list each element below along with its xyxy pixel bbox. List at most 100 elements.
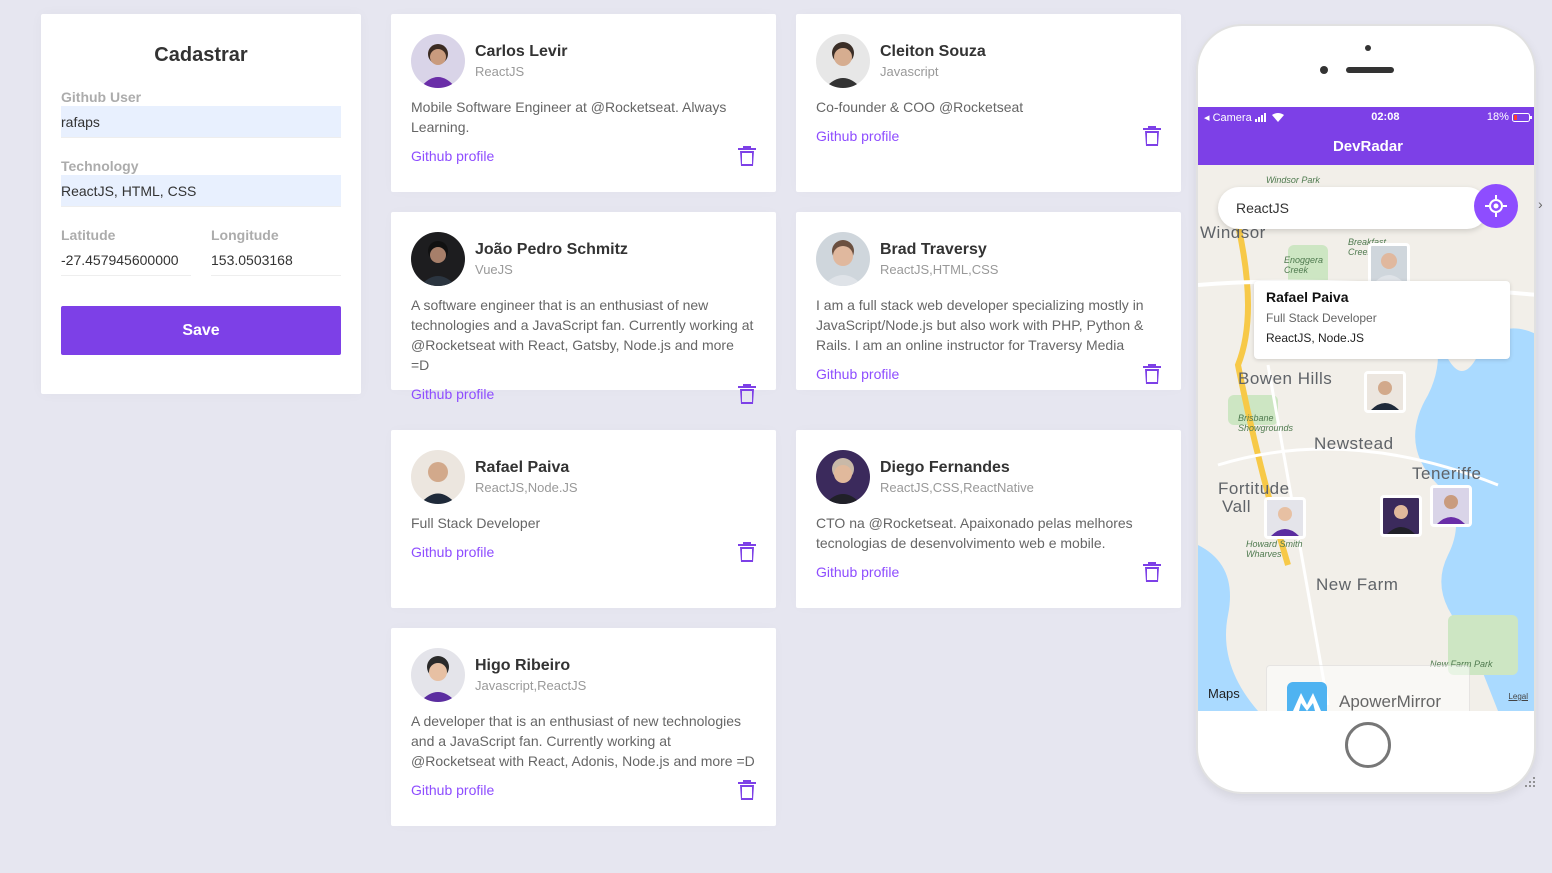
avatar	[411, 648, 465, 702]
trash-icon[interactable]	[738, 541, 756, 563]
wifi-icon	[1271, 113, 1284, 123]
dev-footer: Github profile	[411, 383, 756, 405]
github-profile-link[interactable]: Github profile	[411, 782, 494, 798]
dev-name: Carlos Levir	[475, 43, 568, 60]
home-button[interactable]	[1345, 722, 1391, 768]
dev-header: Carlos Levir ReactJS	[411, 34, 756, 88]
dev-bio: A software engineer that is an enthusias…	[411, 297, 754, 373]
save-button[interactable]: Save	[61, 306, 341, 355]
dev-techs: ReactJS,HTML,CSS	[880, 262, 999, 277]
trash-icon[interactable]	[738, 145, 756, 167]
github-profile-link[interactable]: Github profile	[816, 128, 899, 144]
gps-target-icon	[1485, 195, 1507, 217]
map-label-fortitude-valley: Vall	[1222, 497, 1252, 516]
dev-techs: ReactJS,Node.JS	[475, 480, 578, 495]
dev-info: Rafael Paiva ReactJS,Node.JS	[475, 459, 578, 495]
dev-footer: Github profile	[411, 779, 756, 801]
map-label-howard-smith: Howard Smith Wharves	[1246, 539, 1303, 559]
dev-bio: Mobile Software Engineer at @Rocketseat.…	[411, 99, 727, 135]
avatar	[411, 450, 465, 504]
map-callout[interactable]: Rafael Paiva Full Stack Developer ReactJ…	[1254, 281, 1510, 359]
dev-footer: Github profile	[816, 363, 1161, 385]
github-profile-link[interactable]: Github profile	[411, 148, 494, 164]
dev-bio: Full Stack Developer	[411, 515, 541, 531]
status-bar: ◂ Camera 02:08 18%	[1198, 107, 1534, 127]
legal-link[interactable]: Legal	[1508, 692, 1528, 701]
github-profile-link[interactable]: Github profile	[411, 386, 494, 402]
dev-bio: I am a full stack web developer speciali…	[816, 297, 1144, 353]
dev-header: João Pedro Schmitz VueJS	[411, 232, 756, 286]
trash-icon[interactable]	[738, 779, 756, 801]
technology-field: Technology	[61, 158, 341, 207]
map-marker[interactable]	[1380, 495, 1422, 537]
github-profile-link[interactable]: Github profile	[816, 564, 899, 580]
watermark-text: ApowerMirror	[1339, 692, 1442, 711]
dev-info: Diego Fernandes ReactJS,CSS,ReactNative	[880, 459, 1034, 495]
phone-mirror: ◂ Camera 02:08 18% DevRadar Windsor Bowe…	[1196, 24, 1536, 794]
trash-icon[interactable]	[1143, 561, 1161, 583]
dev-info: Higo Ribeiro Javascript,ReactJS	[475, 657, 586, 693]
trash-icon[interactable]	[1143, 125, 1161, 147]
gps-target-button[interactable]	[1474, 184, 1518, 228]
map-label-new-farm: New Farm	[1316, 575, 1399, 594]
dev-footer: Github profile	[816, 125, 1161, 147]
dev-header: Diego Fernandes ReactJS,CSS,ReactNative	[816, 450, 1161, 504]
dev-techs: Javascript,ReactJS	[475, 678, 587, 693]
dev-info: João Pedro Schmitz VueJS	[475, 241, 628, 277]
avatar	[816, 34, 870, 88]
github-user-input[interactable]	[61, 106, 341, 138]
dev-card: Higo Ribeiro Javascript,ReactJS A develo…	[391, 628, 776, 826]
phone-speaker	[1346, 67, 1394, 73]
longitude-field: Longitude	[211, 227, 341, 276]
github-profile-link[interactable]: Github profile	[816, 366, 899, 382]
dev-name: Higo Ribeiro	[475, 657, 571, 674]
status-right: 18%	[1487, 111, 1532, 123]
map-view[interactable]: Windsor Bowen Hills Newstead Teneriffe F…	[1198, 165, 1534, 711]
dev-techs: ReactJS,CSS,ReactNative	[880, 480, 1034, 495]
map-label-showgrounds: Brisbane Showgrounds	[1238, 413, 1294, 433]
dev-info: Brad Traversy ReactJS,HTML,CSS	[880, 241, 998, 277]
dev-name: Rafael Paiva	[475, 459, 570, 476]
map-marker[interactable]	[1264, 497, 1306, 539]
chevron-right-icon[interactable]: ›	[1538, 196, 1552, 216]
trash-icon[interactable]	[738, 383, 756, 405]
map-label-enoggera: Enoggera Creek	[1284, 255, 1324, 275]
latitude-input[interactable]	[61, 244, 191, 276]
map-marker[interactable]	[1368, 243, 1410, 285]
avatar	[816, 232, 870, 286]
coordinates-row: Latitude Longitude	[61, 227, 341, 296]
latitude-field: Latitude	[61, 227, 191, 276]
dev-name: Brad Traversy	[880, 241, 987, 258]
status-left: ◂ Camera	[1204, 111, 1284, 124]
map-marker[interactable]	[1430, 485, 1472, 527]
callout-bio: Full Stack Developer	[1266, 311, 1377, 325]
phone-screen: ◂ Camera 02:08 18% DevRadar Windsor Bowe…	[1198, 107, 1534, 711]
register-form: Cadastrar Github User Technology Latitud…	[41, 14, 361, 394]
map-label-teneriffe: Teneriffe	[1412, 464, 1482, 483]
dev-footer: Github profile	[411, 145, 756, 167]
status-time: 02:08	[1371, 111, 1400, 123]
dev-info: Carlos Levir ReactJS	[475, 43, 567, 79]
phone-sensor	[1320, 66, 1328, 74]
resize-grip-icon[interactable]	[1522, 774, 1536, 788]
map-search-input[interactable]: ReactJS	[1218, 187, 1488, 229]
technology-input[interactable]	[61, 175, 341, 207]
app-bar: DevRadar	[1198, 127, 1534, 165]
latitude-label: Latitude	[61, 227, 116, 243]
signal-icon	[1254, 113, 1266, 123]
map-marker[interactable]	[1364, 371, 1406, 413]
phone-camera	[1365, 45, 1371, 51]
status-back-camera[interactable]: ◂ Camera	[1204, 112, 1252, 124]
dev-techs: VueJS	[475, 262, 513, 277]
map-search-value: ReactJS	[1236, 200, 1289, 216]
map-label-newstead: Newstead	[1314, 434, 1394, 453]
dev-bio: CTO na @Rocketseat. Apaixonado pelas mel…	[816, 515, 1133, 551]
dev-header: Cleiton Souza Javascript	[816, 34, 1161, 88]
longitude-input[interactable]	[211, 244, 341, 276]
apowermirror-logo-icon	[1287, 682, 1327, 711]
github-profile-link[interactable]: Github profile	[411, 544, 494, 560]
status-battery-text: 18%	[1486, 111, 1509, 123]
maps-brand: Maps	[1208, 686, 1240, 701]
dev-bio: A developer that is an enthusiast of new…	[411, 713, 755, 769]
trash-icon[interactable]	[1143, 363, 1161, 385]
